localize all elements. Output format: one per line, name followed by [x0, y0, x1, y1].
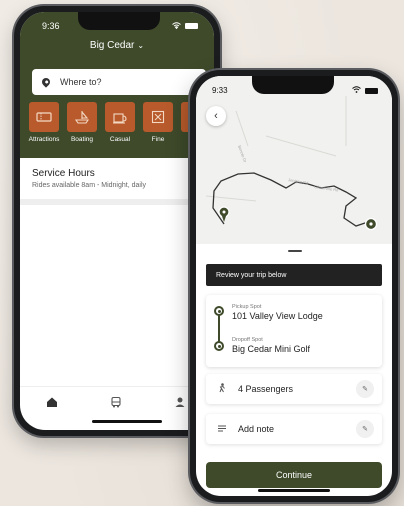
- svg-text:Bonnie Dr: Bonnie Dr: [237, 145, 248, 164]
- trip-review-screen: Jenigan Rd Gilsonville Rd Bonnie Dr 9:33: [196, 76, 392, 496]
- category-row: Attractions Boating Casual Fine: [20, 102, 214, 158]
- location-pin-icon: [40, 76, 52, 88]
- pickup-label: Pickup Spot: [232, 304, 262, 310]
- pencil-icon: ✎: [362, 426, 368, 433]
- drag-handle[interactable]: [288, 250, 302, 252]
- note-lines-icon: [218, 425, 230, 434]
- category-fine[interactable]: Fine: [142, 102, 174, 150]
- dropoff-stop[interactable]: Dropoff Spot Big Cedar Mini Golf: [232, 337, 310, 354]
- edit-note-button[interactable]: ✎: [356, 420, 374, 438]
- home-indicator: [258, 489, 330, 492]
- status-icons: [172, 21, 198, 31]
- notch: [78, 12, 160, 30]
- route-map[interactable]: Jenigan Rd Gilsonville Rd Bonnie Dr: [196, 76, 392, 244]
- svg-text:Gilsonville Rd: Gilsonville Rd: [314, 184, 339, 192]
- notch: [252, 76, 334, 94]
- search-placeholder: Where to?: [60, 77, 102, 87]
- pencil-icon: ✎: [362, 386, 368, 393]
- category-casual[interactable]: Casual: [104, 102, 136, 150]
- passengers-row[interactable]: 4 Passengers ✎: [206, 374, 382, 404]
- home-icon[interactable]: [46, 395, 58, 430]
- service-hours-title: Service Hours: [32, 168, 95, 179]
- note-label: Add note: [238, 424, 275, 434]
- home-indicator: [92, 420, 162, 423]
- status-time: 9:36: [42, 21, 60, 31]
- continue-button[interactable]: Continue: [206, 462, 382, 488]
- category-label: Fine: [151, 136, 165, 143]
- svg-text:Jenigan Rd: Jenigan Rd: [288, 177, 309, 185]
- pickup-dot-icon: [214, 306, 224, 316]
- category-label: Casual: [109, 136, 131, 143]
- status-icons: [352, 86, 378, 95]
- boat-icon: [67, 102, 97, 132]
- dropoff-marker: [364, 217, 378, 231]
- battery-icon: [185, 23, 198, 29]
- phone-trip-review: Jenigan Rd Gilsonville Rd Bonnie Dr 9:33: [190, 70, 398, 502]
- fine-dining-icon: [143, 102, 173, 132]
- edit-passengers-button[interactable]: ✎: [356, 380, 374, 398]
- chevron-left-icon: ‹: [214, 110, 218, 122]
- note-row[interactable]: Add note ✎: [206, 414, 382, 444]
- service-hours-card: Service Hours Rides available 8am - Midn…: [20, 158, 214, 205]
- pickup-name: 101 Valley View Lodge: [232, 311, 323, 321]
- status-time: 9:33: [212, 86, 228, 95]
- casual-dining-icon: [105, 102, 135, 132]
- dropoff-dot-icon: [214, 341, 224, 351]
- category-attractions[interactable]: Attractions: [28, 102, 60, 150]
- review-text: Review your trip below: [216, 271, 287, 279]
- person-icon: [218, 383, 230, 395]
- location-selector[interactable]: Big Cedar ⌄: [20, 40, 214, 51]
- pickup-stop[interactable]: Pickup Spot 101 Valley View Lodge: [232, 304, 323, 321]
- service-hours-subtitle: Rides available 8am - Midnight, daily: [32, 182, 146, 189]
- continue-label: Continue: [275, 470, 313, 480]
- trip-stops-card: Pickup Spot 101 Valley View Lodge Dropof…: [206, 295, 382, 367]
- back-button[interactable]: ‹: [206, 106, 226, 126]
- category-label: Attractions: [28, 136, 60, 143]
- profile-icon[interactable]: [174, 395, 186, 430]
- review-banner: Review your trip below: [206, 264, 382, 286]
- passengers-label: 4 Passengers: [238, 384, 294, 394]
- dropoff-name: Big Cedar Mini Golf: [232, 344, 311, 354]
- category-label: Boating: [70, 136, 94, 143]
- category-boating[interactable]: Boating: [66, 102, 98, 150]
- map-svg: Jenigan Rd Gilsonville Rd Bonnie Dr: [205, 96, 378, 231]
- home-screen: 9:36 Big Cedar ⌄ Where to? Attractions B…: [20, 12, 214, 430]
- dropoff-label: Dropoff Spot: [232, 337, 263, 343]
- wifi-icon: [352, 86, 361, 95]
- tab-bar: [20, 386, 214, 430]
- ticket-icon: [29, 102, 59, 132]
- location-title: Big Cedar: [89, 40, 135, 51]
- wifi-icon: [172, 21, 181, 31]
- chevron-down-icon: ⌄: [137, 41, 145, 50]
- search-input[interactable]: Where to?: [32, 69, 206, 95]
- shuttle-icon[interactable]: [110, 395, 122, 430]
- battery-icon: [365, 87, 378, 94]
